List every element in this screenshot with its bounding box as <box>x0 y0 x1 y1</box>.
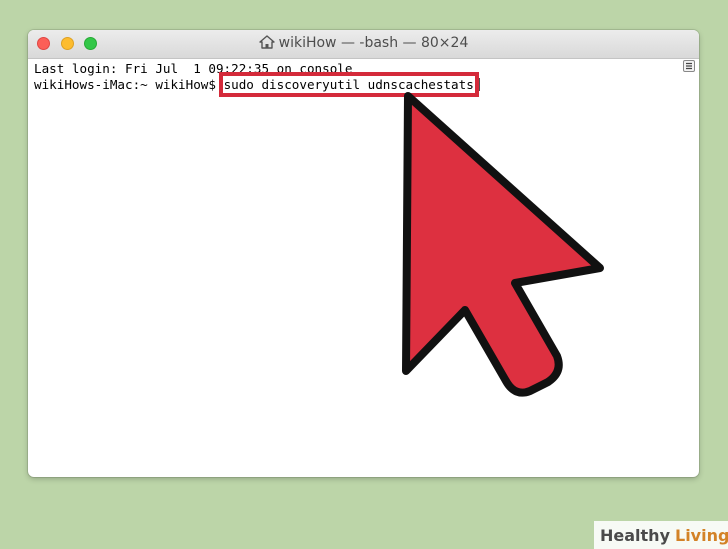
healthy-living-logo: Healthy Living <box>594 521 728 549</box>
window-title: wikiHow — -bash — 80×24 <box>28 35 699 51</box>
home-icon <box>258 35 275 49</box>
window-title-text: wikiHow — -bash — 80×24 <box>278 35 469 51</box>
terminal-output[interactable]: Last login: Fri Jul 1 09:22:35 on consol… <box>34 61 480 97</box>
title-bar[interactable]: wikiHow — -bash — 80×24 <box>28 30 699 59</box>
logo-text-living: Living <box>675 525 728 545</box>
text-cursor <box>478 78 480 91</box>
logo-text-healthy: Healthy <box>600 525 670 545</box>
shell-prompt: wikiHows-iMac:~ wikiHow$ <box>34 77 224 92</box>
highlighted-command[interactable]: sudo discoveryutil udnscachestats <box>218 72 479 97</box>
last-login-line: Last login: Fri Jul 1 09:22:35 on consol… <box>34 61 353 76</box>
terminal-window: wikiHow — -bash — 80×24 Last login: Fri … <box>28 30 699 477</box>
command-line[interactable]: wikiHows-iMac:~ wikiHow$ sudo discoveryu… <box>34 72 480 97</box>
scroll-marker-icon[interactable] <box>683 60 695 72</box>
